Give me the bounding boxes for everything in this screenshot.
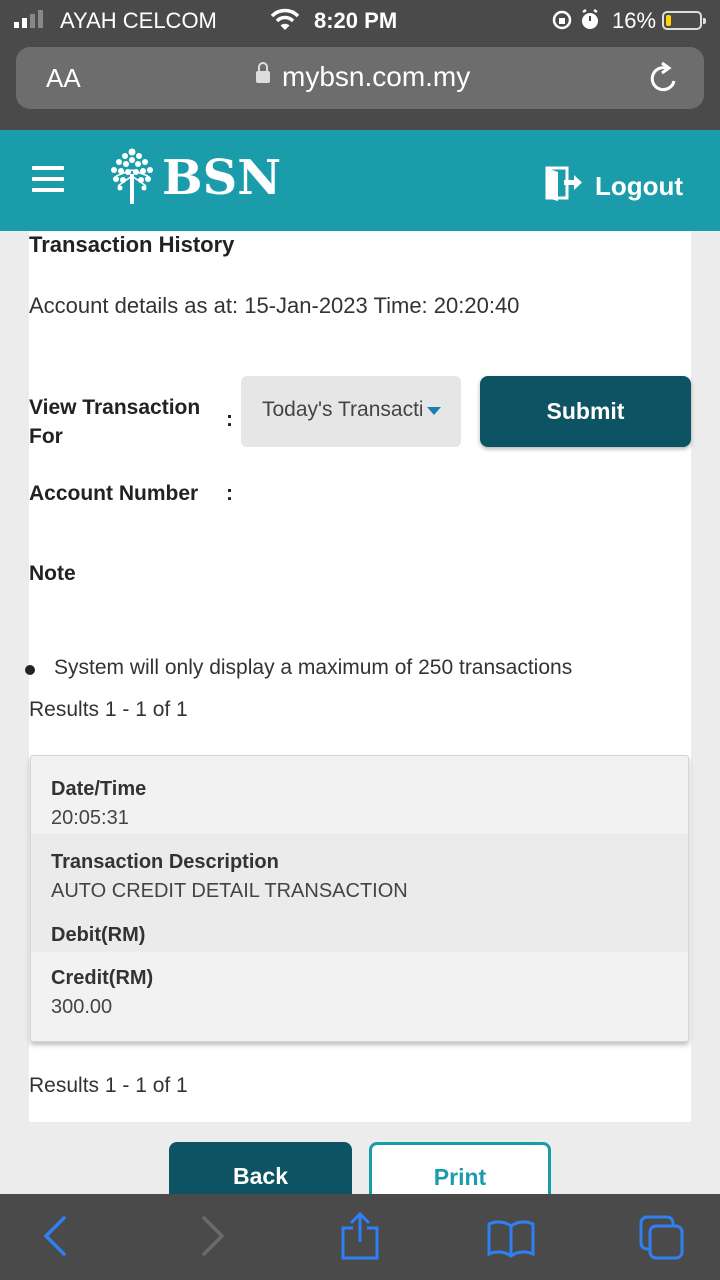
- forward-arrow-icon[interactable]: [196, 1214, 228, 1263]
- wifi-icon: [270, 8, 300, 38]
- submit-button[interactable]: Submit: [480, 376, 691, 447]
- lock-icon: [256, 62, 270, 85]
- account-details-timestamp: Account details as at: 15-Jan-2023 Time:…: [29, 293, 520, 318]
- status-bar: AYAH CELCOM 8:20 PM 16%: [0, 0, 720, 40]
- datetime-value: 20:05:31: [51, 807, 129, 829]
- url-text[interactable]: mybsn.com.my: [282, 61, 470, 93]
- bsn-logo-text: BSN: [162, 150, 282, 206]
- view-transaction-label: View Transaction For: [29, 396, 201, 448]
- app-header: BSN Logout: [0, 130, 720, 231]
- back-button[interactable]: Back: [169, 1142, 352, 1202]
- logout-icon[interactable]: [544, 165, 584, 206]
- caret-down-icon: [427, 407, 441, 415]
- note-item: System will only display a maximum of 25…: [54, 656, 573, 679]
- browser-bar: AA mybsn.com.my: [0, 40, 720, 130]
- select-value: Today's Transactions: [262, 398, 422, 421]
- browser-toolbar: [0, 1194, 720, 1280]
- share-icon[interactable]: [340, 1211, 380, 1265]
- logout-button[interactable]: Logout: [595, 171, 683, 202]
- bookmarks-icon[interactable]: [486, 1218, 536, 1263]
- main-content: Transaction History Account details as a…: [25, 231, 691, 1122]
- account-number-colon: :: [226, 482, 233, 505]
- tabs-icon[interactable]: [638, 1214, 686, 1267]
- credit-value: 300.00: [51, 996, 113, 1018]
- bsn-tree-logo-icon: [108, 146, 156, 211]
- screen-lock-icon: [552, 8, 602, 38]
- menu-icon[interactable]: [32, 166, 64, 192]
- debit-label: Debit(RM): [51, 924, 146, 946]
- view-label-colon: :: [226, 408, 233, 431]
- reload-icon[interactable]: [648, 61, 680, 103]
- signal-icon: [14, 10, 43, 28]
- print-button[interactable]: Print: [369, 1142, 551, 1202]
- description-value: AUTO CREDIT DETAIL TRANSACTION: [51, 880, 408, 902]
- clock: 8:20 PM: [314, 8, 398, 33]
- text-size-button[interactable]: AA: [46, 63, 81, 94]
- battery-icon: [662, 11, 706, 30]
- description-label: Transaction Description: [51, 851, 279, 873]
- datetime-label: Date/Time: [51, 778, 147, 800]
- carrier-name: AYAH CELCOM: [60, 8, 217, 33]
- battery-percent: 16%: [612, 8, 657, 33]
- credit-label: Credit(RM): [51, 967, 154, 989]
- results-count: Results 1 - 1 of 1: [29, 698, 188, 721]
- results-count-bottom: Results 1 - 1 of 1: [29, 1074, 188, 1097]
- note-label: Note: [29, 562, 76, 585]
- bullet-icon: [25, 665, 35, 675]
- account-number-label: Account Number: [29, 482, 199, 505]
- page-title: Transaction History: [29, 232, 235, 257]
- transaction-card: Date/Time 20:05:31 Transaction Descripti…: [30, 755, 689, 1042]
- back-arrow-icon[interactable]: [40, 1214, 72, 1263]
- address-bar[interactable]: AA mybsn.com.my: [16, 47, 704, 109]
- transaction-period-select[interactable]: Today's Transactions: [241, 376, 461, 447]
